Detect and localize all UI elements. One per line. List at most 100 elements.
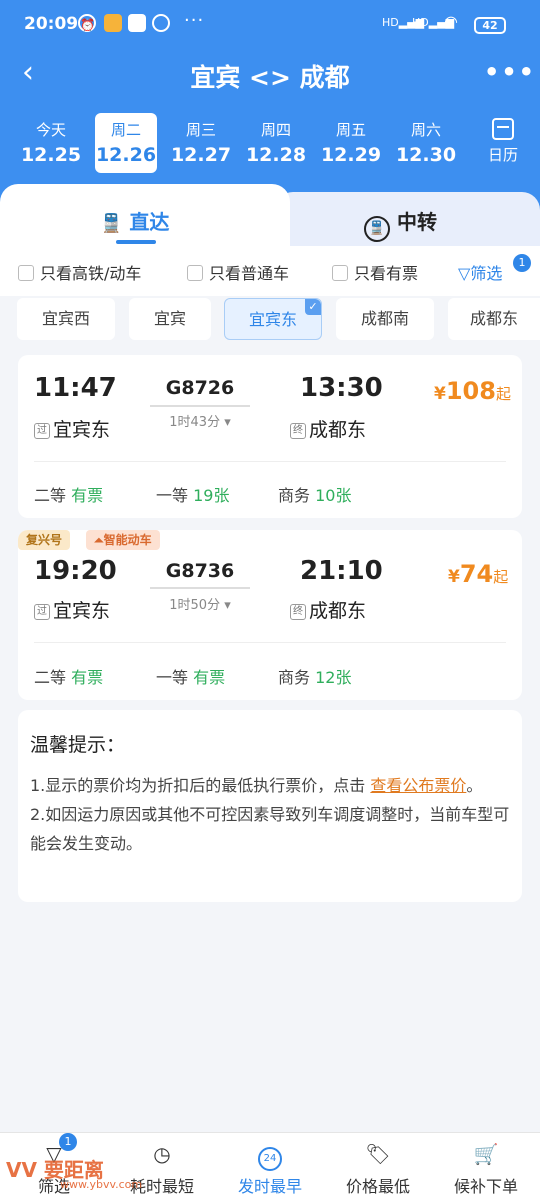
seat-class: 商务 10张 (278, 482, 351, 506)
tips-paragraph-1: 1.显示的票价均为折扣后的最低执行票价，点击 查看公布票价。 (30, 771, 510, 800)
filter-gaotie-checkbox[interactable]: 只看高铁/动车 (18, 260, 141, 284)
price-suffix: 起 (493, 568, 509, 586)
transfer-train-icon: 🚆 (364, 216, 390, 242)
terminal-tag: 终 (290, 423, 306, 439)
seat-availability: 19张 (193, 486, 230, 505)
watermark-url: www.ybvv.com (60, 1178, 143, 1191)
date-selector: 今天 12.25 周二 12.26 周三 12.27 周四 12.28 周五 1… (0, 108, 540, 178)
tips-title: 温馨提示： (30, 734, 126, 756)
tips-paragraph-2: 2.如因运力原因或其他不可控因素导致列车调度调整时，当前车型可能会发生变动。 (30, 805, 510, 853)
date-item[interactable]: 周五 12.29 (320, 113, 382, 173)
status-more-icon: ··· (184, 10, 205, 31)
checkbox-icon (18, 265, 34, 281)
tips-panel: 温馨提示： 1.显示的票价均为折扣后的最低执行票价，点击 查看公布票价。 2.如… (18, 710, 522, 902)
alarm-icon: ⏰ (78, 14, 96, 32)
smart-emu-label: 智能动车 (103, 533, 152, 547)
cart-icon: 🛒 (473, 1142, 499, 1166)
filter-gaotie-label: 只看高铁/动车 (40, 264, 142, 283)
sort-earliest-label: 发时最早 (237, 1177, 302, 1196)
station-chip[interactable]: 成都东 (448, 298, 540, 340)
bottom-filter-badge: 1 (59, 1133, 77, 1151)
arrival-station: 终成都东 (290, 596, 366, 623)
departure-station-name: 宜宾东 (53, 419, 111, 441)
arrival-station-name: 成都东 (309, 600, 367, 622)
battery-icon: 42 (474, 17, 506, 34)
duration-text: 1时43分 (169, 415, 221, 430)
station-chip[interactable]: 宜宾西 (17, 298, 115, 340)
smart-emu-badge: ⏶智能动车 (86, 530, 160, 550)
seat-availability: 12张 (315, 668, 352, 687)
departure-time: 11:47 (34, 373, 117, 403)
price-tag-icon: 🏷 (365, 1142, 391, 1166)
date-weekday: 周四 (260, 121, 291, 139)
date-weekday: 周六 (410, 121, 441, 139)
date-weekday: 今天 (35, 121, 66, 139)
date-weekday: 周二 (110, 121, 141, 139)
station-chip-selected[interactable]: 宜宾东 ✓ (224, 298, 322, 340)
tab-direct-text: 直达 (129, 210, 170, 234)
more-options-button[interactable]: ••• (484, 58, 536, 86)
departure-station: 过宜宾东 (34, 596, 110, 623)
tab-underline (116, 240, 156, 244)
seat-availability: 有票 (193, 668, 226, 687)
status-time: 20:09 (24, 14, 79, 34)
view-published-price-link[interactable]: 查看公布票价 (370, 776, 466, 795)
checkbox-icon (187, 265, 203, 281)
date-item[interactable]: 周四 12.28 (245, 113, 307, 173)
price: ¥108起 (434, 377, 511, 405)
train-icon: 🚆 (100, 213, 123, 234)
tab-transfer-label[interactable]: 🚆 中转 (364, 206, 437, 242)
train-number: G8726 (165, 377, 235, 399)
date-day: 12.29 (320, 144, 382, 166)
station-chip[interactable]: 宜宾 (129, 298, 211, 340)
sort-cheapest-label: 价格最低 (345, 1177, 410, 1196)
filter-button[interactable]: ▽筛选 (458, 260, 502, 284)
date-item[interactable]: 周六 12.30 (395, 113, 457, 173)
seat-availability: 有票 (71, 486, 104, 505)
train-small-icon: ⏶ (94, 533, 104, 547)
waitlist-order-button[interactable]: 🛒 候补下单 (432, 1141, 540, 1197)
checkbox-icon (332, 265, 348, 281)
price-value: 108 (445, 377, 496, 405)
train-card[interactable]: 复兴号 ⏶智能动车 19:20 G8736 1时50分 ▾ 21:10 过宜宾东… (18, 530, 522, 700)
date-day: 12.27 (170, 144, 232, 166)
date-item-today[interactable]: 今天 12.25 (20, 113, 82, 173)
fuxinghao-badge: 复兴号 (18, 530, 71, 550)
24h-label: 24 (258, 1147, 282, 1171)
24h-icon: 24 (216, 1141, 324, 1171)
tab-direct-label[interactable]: 🚆 直达 (100, 206, 169, 235)
sort-earliest-button[interactable]: 24 发时最早 (216, 1141, 324, 1197)
arrival-station-name: 成都东 (309, 419, 367, 441)
sort-cheapest-button[interactable]: 🏷 价格最低 (324, 1141, 432, 1197)
departure-station: 过宜宾东 (34, 415, 110, 442)
divider (34, 461, 506, 462)
station-chip[interactable]: 成都南 (336, 298, 434, 340)
seat-name: 二等 (34, 668, 67, 687)
date-item[interactable]: 周三 12.27 (170, 113, 232, 173)
tips-text: 1.显示的票价均为折扣后的最低执行票价，点击 (30, 776, 371, 795)
station-selector: 宜宾西 宜宾 宜宾东 ✓ 成都南 成都东 (0, 298, 540, 344)
arrival-station: 终成都东 (290, 415, 366, 442)
price-currency: ¥ (434, 384, 446, 404)
date-item-selected[interactable]: 周二 12.26 (95, 113, 157, 173)
wifi-icon: ◠ (444, 12, 458, 31)
train-number: G8736 (165, 560, 235, 582)
filter-putong-label: 只看普通车 (209, 264, 290, 283)
filter-putong-checkbox[interactable]: 只看普通车 (187, 260, 289, 284)
duration: 1时50分 ▾ (150, 594, 250, 613)
hd-label-2: HD (412, 16, 429, 29)
chevron-down-icon: ▾ (224, 415, 231, 430)
wallet-icon (152, 14, 170, 32)
date-day: 12.28 (245, 144, 307, 166)
calendar-button[interactable]: 日历 (478, 116, 528, 165)
filter-bar: 只看高铁/动车 只看普通车 只看有票 ▽筛选 (0, 246, 540, 296)
pass-tag: 过 (34, 604, 50, 620)
hd-label-1: HD (382, 16, 399, 29)
route-tabs: 🚆 直达 🚆 中转 (0, 184, 540, 246)
train-card[interactable]: 11:47 G8726 1时43分 ▾ 13:30 过宜宾东 终成都东 ¥108… (18, 355, 522, 518)
seat-availability: 10张 (315, 486, 352, 505)
filter-youpiao-checkbox[interactable]: 只看有票 (332, 260, 418, 284)
tab-transfer-text: 中转 (396, 210, 437, 234)
date-weekday: 周三 (185, 121, 216, 139)
seat-name: 一等 (156, 668, 189, 687)
